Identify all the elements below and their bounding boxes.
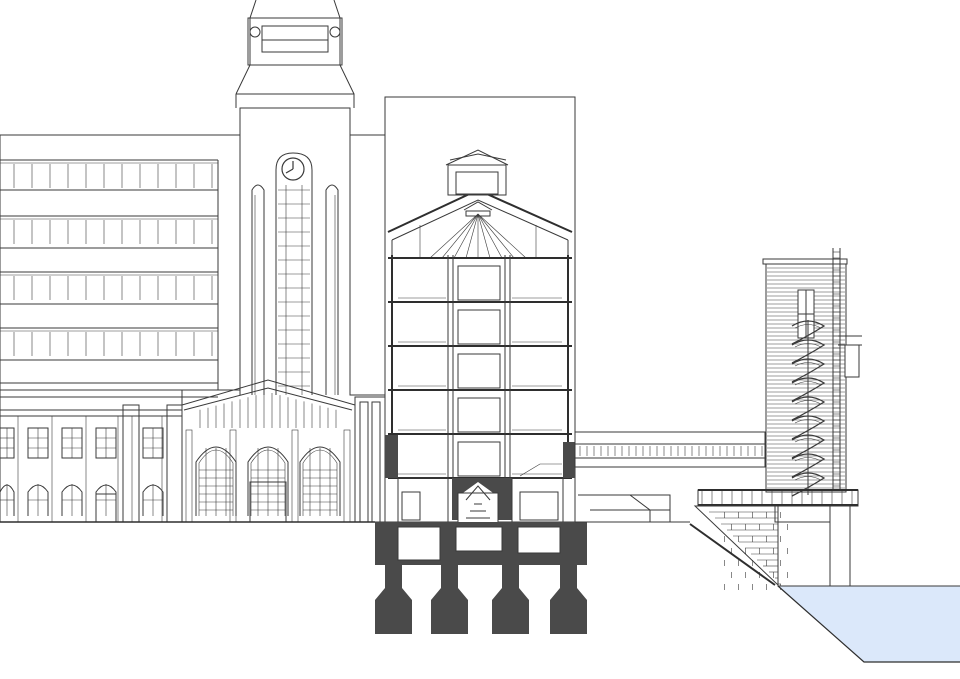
drawing-canvas	[0, 0, 960, 679]
section-elevation-drawing	[0, 0, 960, 663]
link-volume	[349, 134, 386, 396]
water	[778, 586, 960, 662]
low-wing	[0, 389, 183, 523]
clock-tower	[235, 0, 355, 395]
silo-section	[375, 96, 587, 634]
clock-icon	[281, 157, 305, 181]
office-block	[0, 134, 241, 398]
quay	[689, 505, 960, 663]
gabled-hall	[181, 379, 386, 523]
